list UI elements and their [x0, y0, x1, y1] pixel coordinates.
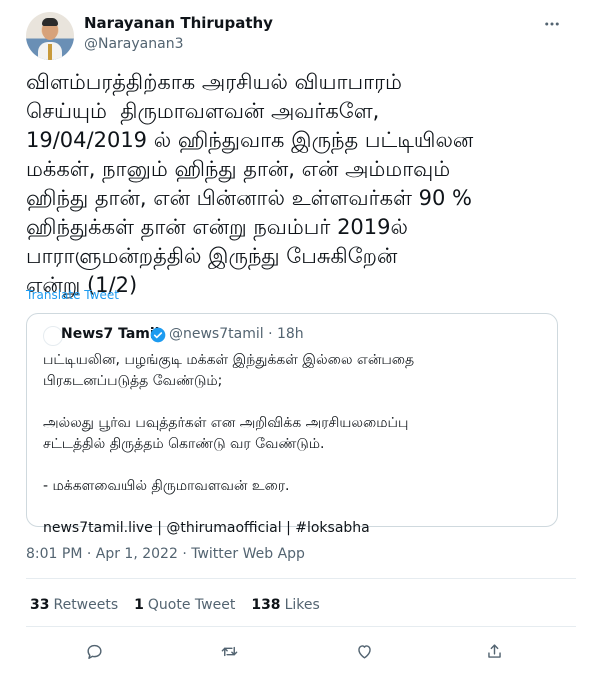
likes-count: 138: [251, 597, 281, 613]
retweets-label: Retweets: [53, 597, 119, 613]
author-avatar[interactable]: [26, 12, 74, 60]
retweet-button[interactable]: [216, 638, 242, 664]
reply-icon: [86, 644, 102, 659]
ellipsis-icon: [545, 22, 559, 26]
divider-top: [26, 578, 576, 579]
translate-tweet-link[interactable]: Translate Tweet: [26, 288, 119, 302]
avatar-tie: [48, 44, 52, 60]
tweet-text: விளம்பரத்திற்காக அரசியல் வியாபாரம் செய்ய…: [26, 70, 474, 297]
quotes-label: Quote Tweet: [147, 597, 236, 613]
verified-badge-icon: [150, 327, 166, 343]
quoted-author-handle-time[interactable]: @news7tamil · 18h: [169, 326, 304, 342]
divider-bottom: [26, 626, 576, 627]
retweet-icon: [221, 646, 237, 656]
action-bar: [26, 638, 576, 664]
author-handle[interactable]: @Narayanan3: [84, 36, 183, 52]
like-button[interactable]: [351, 638, 377, 664]
quotes-count: 1: [134, 597, 144, 613]
quoted-tweet[interactable]: News7 Tamil @news7tamil · 18h பட்டியலின,…: [26, 313, 558, 536]
quotes-stat[interactable]: 1 Quote Tweet: [134, 597, 235, 613]
tweet-stats: 33 Retweets 1 Quote Tweet 138 Likes: [30, 597, 320, 613]
heart-icon: [357, 644, 371, 659]
retweets-count: 33: [30, 597, 50, 613]
more-options-icon[interactable]: [540, 12, 564, 36]
avatar-hair: [42, 18, 58, 26]
quoted-tweet-text: பட்டியலின, பழங்குடி மக்கள் இந்துக்கள் இல…: [43, 352, 415, 536]
quoted-author-avatar[interactable]: [43, 326, 63, 346]
retweets-stat[interactable]: 33 Retweets: [30, 597, 118, 613]
tweet-timestamp[interactable]: 8:01 PM · Apr 1, 2022 · Twitter Web App: [26, 546, 305, 562]
reply-button[interactable]: [81, 638, 107, 664]
likes-label: Likes: [284, 597, 320, 613]
tweet-card: Narayanan Thirupathy @Narayanan3 விளம்பர…: [0, 0, 600, 674]
share-button[interactable]: [481, 638, 507, 664]
share-icon: [487, 643, 501, 658]
likes-stat[interactable]: 138 Likes: [251, 597, 319, 613]
quoted-author-name[interactable]: News7 Tamil: [61, 326, 159, 342]
author-name[interactable]: Narayanan Thirupathy: [84, 14, 273, 32]
